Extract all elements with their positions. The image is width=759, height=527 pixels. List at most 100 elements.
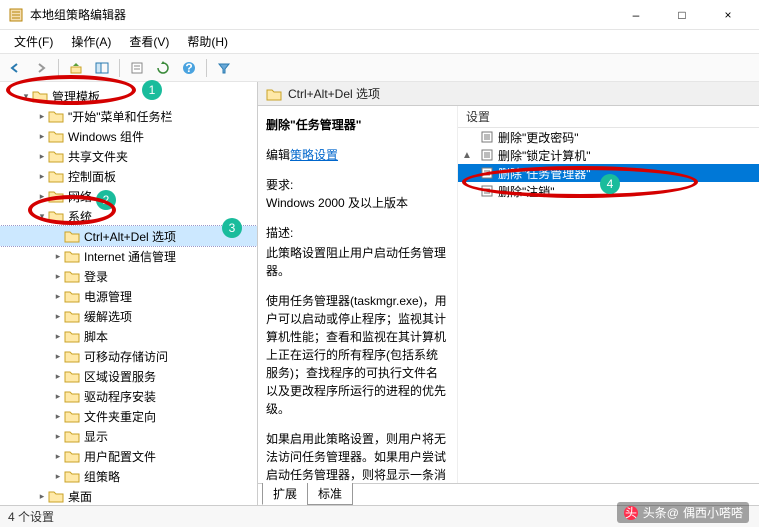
tree-item-label: 电源管理 (84, 288, 132, 305)
edit-policy-link[interactable]: 策略设置 (290, 148, 338, 162)
settings-row[interactable]: 删除"更改密码" (458, 128, 759, 146)
expand-icon[interactable]: ▸ (52, 330, 64, 342)
folder-icon (64, 269, 80, 283)
tree-item-label: 区域设置服务 (84, 368, 156, 385)
tree-pane[interactable]: ▾ 管理模板 ▸ "开始"菜单和任务栏 ▸ Windows 组件 ▸ 共享文件夹… (0, 82, 258, 505)
expand-icon[interactable]: ▸ (52, 430, 64, 442)
tree-item[interactable]: ▾ 管理模板 (0, 86, 257, 106)
tree-item[interactable]: ▸ 脚本 (0, 326, 257, 346)
tree-item[interactable]: ▸ 缓解选项 (0, 306, 257, 326)
status-text: 4 个设置 (8, 508, 54, 525)
tree-item[interactable]: ▸ 文件夹重定向 (0, 406, 257, 426)
tree-item[interactable]: ▸ 驱动程序安装 (0, 386, 257, 406)
collapse-icon[interactable]: ▾ (20, 90, 32, 102)
expand-icon[interactable]: ▸ (36, 490, 48, 502)
description-pane: 删除"任务管理器" 编辑策略设置 要求:Windows 2000 及以上版本 描… (258, 106, 458, 483)
settings-list[interactable]: ▲ 删除"更改密码" 删除"锁定计算机" 删除"任务管理器" 删除"注销" (458, 128, 759, 483)
tree-item-label: 控制面板 (68, 168, 116, 185)
toolbar: ? (0, 54, 759, 82)
minimize-button[interactable]: – (613, 0, 659, 30)
menu-action[interactable]: 操作(A) (63, 31, 119, 52)
tree-item[interactable]: ▸ "开始"菜单和任务栏 (0, 106, 257, 126)
settings-row[interactable]: 删除"注销" (458, 182, 759, 200)
folder-icon (64, 349, 80, 363)
tree-item[interactable]: ▸ 组策略 (0, 466, 257, 486)
tree-item[interactable]: ▸ 区域设置服务 (0, 366, 257, 386)
description-p3: 如果启用此策略设置，则用户将无法访问任务管理器。如果用户尝试启动任务管理器，则将… (266, 430, 449, 483)
tree-item[interactable]: ▸ 桌面 (0, 486, 257, 505)
up-button[interactable] (65, 57, 87, 79)
expand-icon[interactable]: ▸ (52, 270, 64, 282)
tree-item[interactable]: ▸ 控制面板 (0, 166, 257, 186)
expand-icon[interactable]: ▸ (36, 190, 48, 202)
folder-icon (64, 469, 80, 483)
tree-item-label: 驱动程序安装 (84, 388, 156, 405)
menu-file[interactable]: 文件(F) (6, 31, 61, 52)
tree-item-label: 显示 (84, 428, 108, 445)
tree-item-label: 缓解选项 (84, 308, 132, 325)
tree-item[interactable]: ▸ 用户配置文件 (0, 446, 257, 466)
tree-item[interactable]: ▸ 显示 (0, 426, 257, 446)
folder-icon (64, 429, 80, 443)
expand-icon[interactable]: ▸ (36, 130, 48, 142)
tree-item[interactable]: ▸ 可移动存储访问 (0, 346, 257, 366)
app-icon (8, 7, 24, 23)
expand-icon[interactable]: ▸ (52, 250, 64, 262)
tab-standard[interactable]: 标准 (307, 483, 353, 505)
folder-icon (48, 109, 64, 123)
properties-button[interactable] (126, 57, 148, 79)
tree-item-label: 脚本 (84, 328, 108, 345)
forward-button[interactable] (30, 57, 52, 79)
expand-icon[interactable]: ▸ (52, 370, 64, 382)
folder-icon (48, 209, 64, 223)
tree-item-label: 桌面 (68, 488, 92, 505)
menu-view[interactable]: 查看(V) (121, 31, 177, 52)
description-p2: 使用任务管理器(taskmgr.exe)，用户可以启动或停止程序；监视其计算机性… (266, 292, 449, 418)
content-header: Ctrl+Alt+Del 选项 (258, 82, 759, 106)
content-title: Ctrl+Alt+Del 选项 (288, 85, 380, 102)
expand-icon[interactable]: ▸ (36, 170, 48, 182)
show-hide-button[interactable] (91, 57, 113, 79)
settings-column-header[interactable]: 设置 (458, 106, 759, 128)
settings-row[interactable]: 删除"锁定计算机" (458, 146, 759, 164)
folder-icon (64, 289, 80, 303)
scroll-up-icon[interactable]: ▲ (462, 150, 472, 161)
tree-item[interactable]: ▸ 登录 (0, 266, 257, 286)
tree-item[interactable]: ▸ Internet 通信管理 (0, 246, 257, 266)
back-button[interactable] (4, 57, 26, 79)
folder-icon (48, 129, 64, 143)
expand-icon[interactable]: ▸ (52, 410, 64, 422)
filter-button[interactable] (213, 57, 235, 79)
folder-icon (64, 409, 80, 423)
close-button[interactable]: × (705, 0, 751, 30)
folder-icon (48, 189, 64, 203)
policy-icon (480, 130, 494, 144)
collapse-icon[interactable]: ▾ (36, 210, 48, 222)
refresh-button[interactable] (152, 57, 174, 79)
tree-item[interactable]: ▸ 网络 (0, 186, 257, 206)
help-button[interactable]: ? (178, 57, 200, 79)
settings-list-pane: 设置 ▲ 删除"更改密码" 删除"锁定计算机" 删除"任务管理器" 删除"注销" (458, 106, 759, 483)
tree-item[interactable]: Ctrl+Alt+Del 选项 (0, 226, 257, 246)
expand-icon[interactable]: ▸ (52, 470, 64, 482)
tree-item[interactable]: ▸ 共享文件夹 (0, 146, 257, 166)
expand-icon[interactable]: ▸ (52, 310, 64, 322)
expand-icon[interactable]: ▸ (36, 150, 48, 162)
expand-icon[interactable]: ▸ (52, 450, 64, 462)
tree-item[interactable]: ▸ 电源管理 (0, 286, 257, 306)
expand-icon[interactable]: ▸ (52, 290, 64, 302)
folder-icon (64, 249, 80, 263)
tree-item-label: 文件夹重定向 (84, 408, 156, 425)
expand-icon[interactable]: ▸ (36, 110, 48, 122)
settings-row[interactable]: 删除"任务管理器" (458, 164, 759, 182)
svg-text:?: ? (185, 61, 192, 75)
folder-icon (64, 389, 80, 403)
menu-help[interactable]: 帮助(H) (179, 31, 236, 52)
expand-icon[interactable]: ▸ (52, 350, 64, 362)
tree-item[interactable]: ▾ 系统 (0, 206, 257, 226)
tab-extended[interactable]: 扩展 (262, 483, 308, 505)
tree-item[interactable]: ▸ Windows 组件 (0, 126, 257, 146)
expand-icon[interactable]: ▸ (52, 390, 64, 402)
maximize-button[interactable]: □ (659, 0, 705, 30)
tree-item-label: Internet 通信管理 (84, 248, 176, 265)
